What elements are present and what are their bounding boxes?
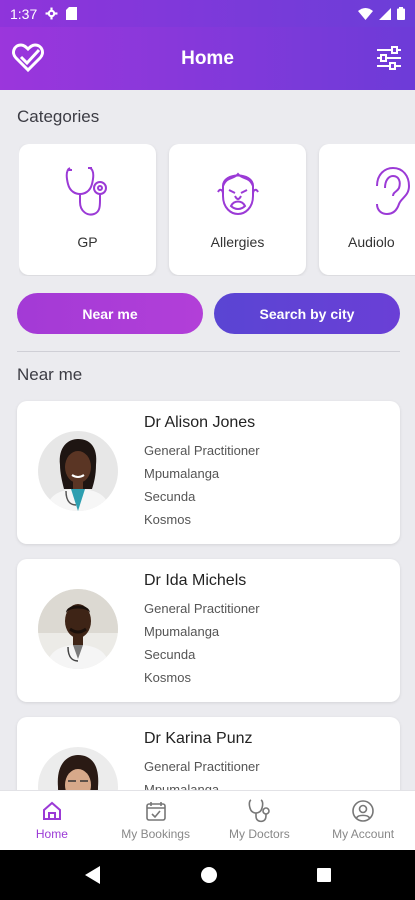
doctor-province: Mpumalanga xyxy=(144,624,220,639)
sneezing-face-icon xyxy=(169,166,306,216)
doctor-province: Mpumalanga xyxy=(144,466,220,481)
main-content[interactable]: Categories GP Allergies Audiolo Near me … xyxy=(0,90,415,790)
category-label: Audiolo xyxy=(348,234,395,250)
calendar-check-icon xyxy=(145,799,167,823)
app-bar: Home xyxy=(0,27,415,90)
battery-icon xyxy=(397,7,405,20)
category-card-audiology[interactable]: Audiolo xyxy=(319,144,415,275)
categories-heading: Categories xyxy=(17,107,100,126)
doctor-avatar xyxy=(38,431,118,511)
nav-label: Home xyxy=(35,827,68,841)
doctor-city: Secunda xyxy=(144,489,196,504)
doctor-name: Dr Alison Jones xyxy=(144,414,256,431)
doctor-card[interactable]: Dr Karina Punz General Practitioner Mpum… xyxy=(17,717,400,790)
nav-label: My Doctors xyxy=(229,827,290,841)
nav-my-doctors[interactable]: My Doctors xyxy=(208,791,312,850)
back-icon[interactable] xyxy=(84,866,101,884)
page-title: Home xyxy=(181,47,234,69)
nav-my-account[interactable]: My Account xyxy=(311,791,415,850)
doctor-name: Dr Karina Punz xyxy=(144,730,253,747)
home-icon xyxy=(41,799,63,823)
doctor-city: Secunda xyxy=(144,647,196,662)
doctor-specialty: General Practitioner xyxy=(144,759,260,774)
doctor-card[interactable]: Dr Alison Jones General Practitioner Mpu… xyxy=(17,401,400,544)
doctor-card[interactable]: Dr Ida Michels General Practitioner Mpum… xyxy=(17,559,400,702)
doctor-avatar xyxy=(38,747,118,790)
nav-home[interactable]: Home xyxy=(0,791,104,850)
doctor-specialty: General Practitioner xyxy=(144,601,260,616)
settings-icon xyxy=(45,7,58,20)
doctor-area: Kosmos xyxy=(144,512,191,527)
status-time: 1:37 xyxy=(10,5,38,22)
doctor-name: Dr Ida Michels xyxy=(144,572,247,589)
heart-check-icon[interactable] xyxy=(12,43,44,77)
categories-carousel[interactable]: GP Allergies Audiolo xyxy=(19,144,415,276)
system-navigation-bar xyxy=(0,850,415,900)
category-card-gp[interactable]: GP xyxy=(19,144,156,275)
category-label: Allergies xyxy=(210,234,265,250)
near-me-heading: Near me xyxy=(17,365,83,384)
nav-label: My Account xyxy=(332,827,395,841)
search-by-city-button[interactable]: Search by city xyxy=(214,293,400,334)
category-label: GP xyxy=(77,234,98,250)
status-bar: 1:37 xyxy=(0,0,415,27)
recents-icon[interactable] xyxy=(316,868,331,882)
bottom-navigation: Home My Bookings My Doctors My Account xyxy=(0,790,415,850)
stethoscope-icon xyxy=(248,799,271,823)
doctor-area: Kosmos xyxy=(144,670,191,685)
ear-icon xyxy=(319,166,415,216)
user-circle-icon xyxy=(352,799,374,823)
doctor-specialty: General Practitioner xyxy=(144,443,260,458)
signal-icon xyxy=(379,7,391,20)
home-circle-icon[interactable] xyxy=(200,867,217,883)
doctor-avatar xyxy=(38,589,118,669)
divider xyxy=(17,351,400,352)
stethoscope-icon xyxy=(19,166,156,218)
near-me-button[interactable]: Near me xyxy=(17,293,203,334)
category-card-allergies[interactable]: Allergies xyxy=(169,144,306,275)
wifi-icon xyxy=(358,7,373,20)
doctor-province: Mpumalanga xyxy=(144,782,220,790)
sd-card-icon xyxy=(66,7,78,20)
filter-sliders-icon[interactable] xyxy=(376,46,402,74)
nav-my-bookings[interactable]: My Bookings xyxy=(104,791,208,850)
nav-label: My Bookings xyxy=(121,827,190,841)
